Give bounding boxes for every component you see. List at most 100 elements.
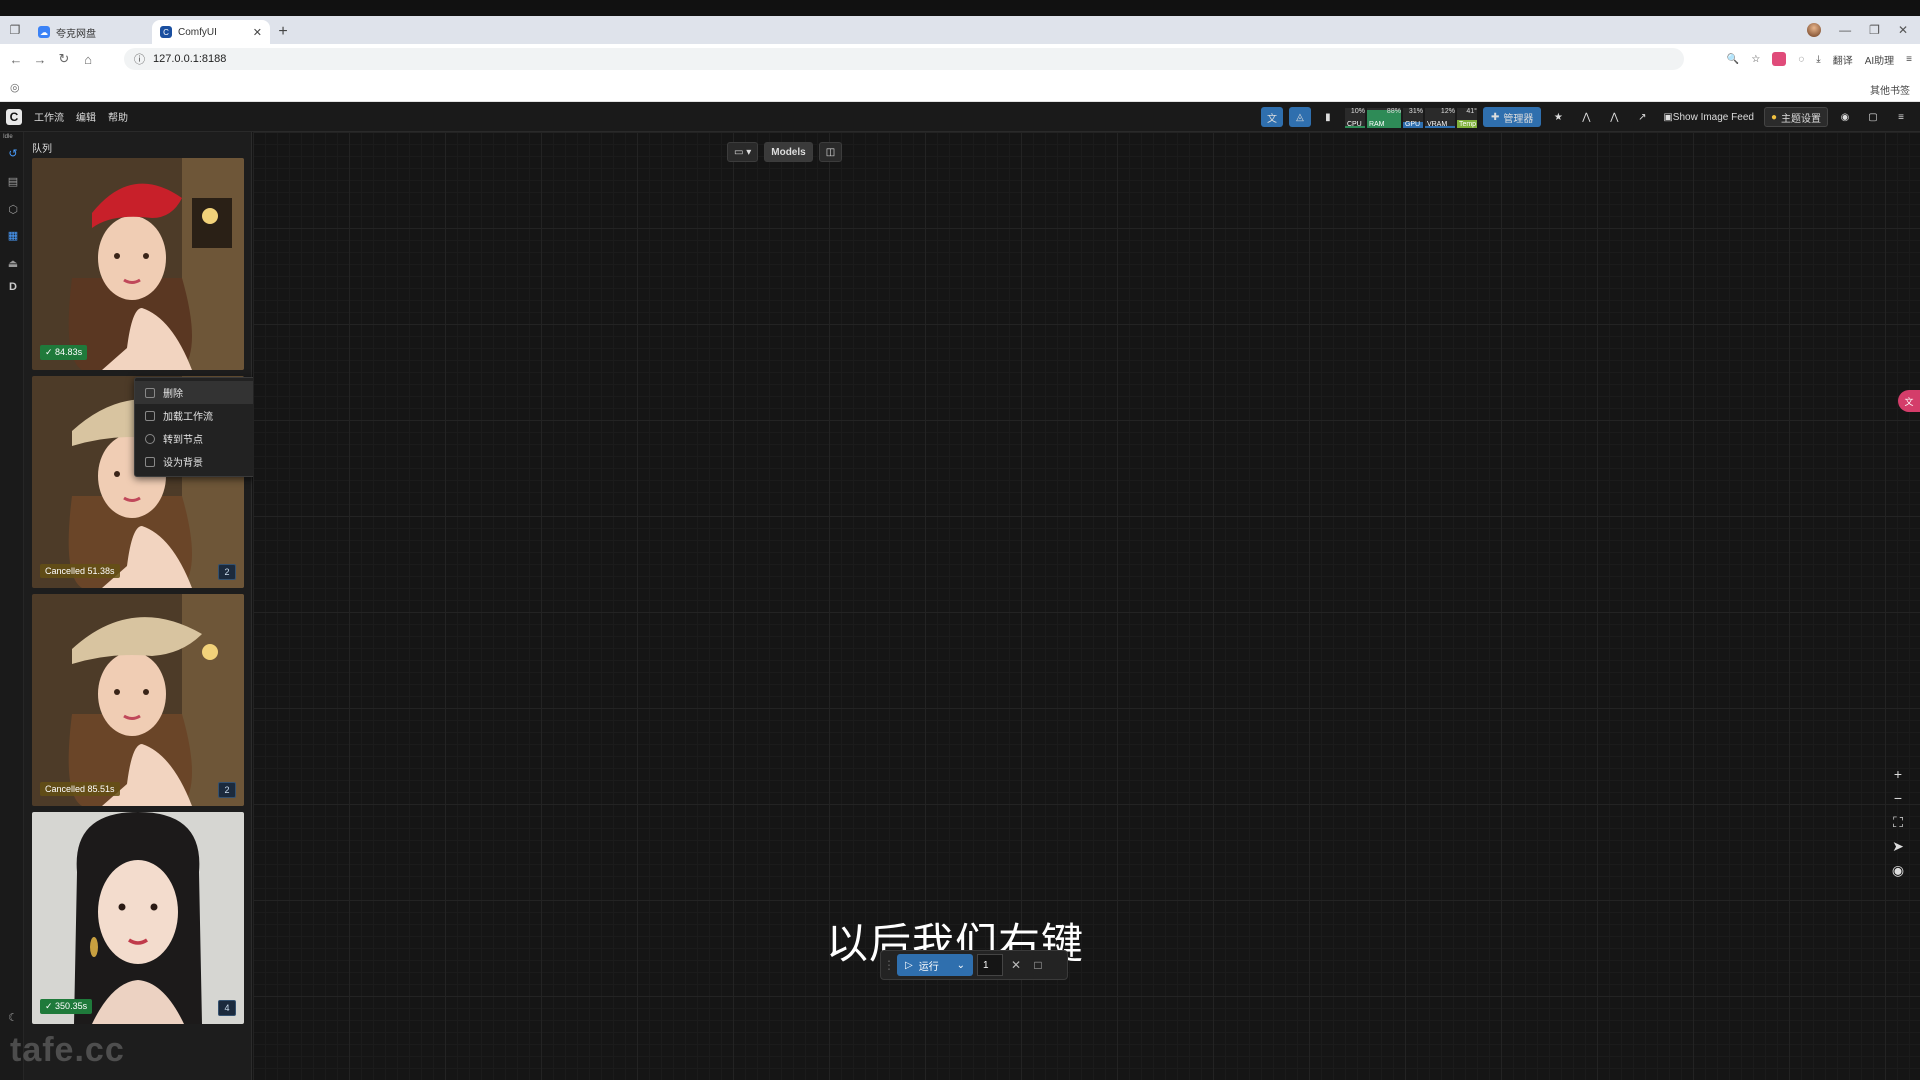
translate-button[interactable]: 翻译 — [1833, 52, 1853, 67]
star-icon[interactable]: ★ — [1547, 107, 1569, 127]
batch-count-input[interactable]: 1 — [977, 954, 1003, 976]
queue-history-icon[interactable]: ↺ — [6, 146, 20, 160]
forward-icon[interactable]: → — [28, 47, 52, 71]
site-info-icon[interactable]: ⓘ — [134, 51, 145, 67]
close-window-icon[interactable]: ✕ — [1898, 23, 1908, 37]
tab-overview-icon[interactable]: ❐ — [0, 16, 30, 44]
chevron-down-icon: ⌄ — [956, 959, 965, 971]
user-avatar-icon[interactable]: ◉ — [1834, 107, 1856, 127]
theme-settings-button[interactable]: ● 主题设置 — [1763, 107, 1828, 127]
queue-item[interactable]: ✓ 350.35s 4 — [32, 812, 244, 1024]
url-input[interactable]: ⓘ 127.0.0.1:8188 — [124, 48, 1684, 70]
status-badge: Cancelled 85.51s — [40, 782, 120, 796]
tab-label: 夸克网盘 — [56, 28, 96, 40]
zoom-controls: + − ⛶ ➤ ◉ — [1884, 764, 1912, 880]
gpu-meter: GPU 31% — [1402, 108, 1423, 128]
visibility-icon[interactable]: ◉ — [1884, 860, 1912, 880]
menu-item-delete[interactable]: 删除 — [135, 381, 265, 404]
zoom-out-icon[interactable]: − — [1884, 788, 1912, 808]
stop-icon[interactable]: □ — [1029, 954, 1047, 976]
extension-icon[interactable] — [1772, 52, 1787, 66]
tab-label: ComfyUI — [178, 26, 217, 38]
browser-tab-strip: ❐ ☁ 夸克网盘 C ComfyUI ✕ + — ❐ ✕ — [0, 16, 1920, 44]
image-count-badge[interactable]: 2 — [218, 782, 236, 798]
comfyui-logo-icon[interactable]: C — [6, 108, 22, 125]
result-image — [32, 812, 244, 1024]
other-bookmarks-folder[interactable]: 其他书签 — [1870, 82, 1910, 97]
chat-icon[interactable]: ◌ — [1798, 54, 1804, 65]
navigate-icon[interactable]: ➤ — [1884, 836, 1912, 856]
node-library-icon[interactable]: ▤ — [6, 174, 20, 188]
translate-toggle-icon[interactable]: 文 — [1260, 107, 1283, 127]
show-image-feed-button[interactable]: ▣ Show Image Feed — [1659, 107, 1758, 127]
manager-button[interactable]: ✚ 管理器 — [1482, 107, 1542, 127]
close-tab-icon[interactable]: ✕ — [253, 26, 262, 39]
bookmarks-bar: ◎ 其他书签 — [0, 74, 1920, 102]
image-count-badge[interactable]: 2 — [218, 564, 236, 580]
graph-canvas[interactable]: ▭ ▾ Models ◫ 以后我们右键 + − ⛶ ➤ ◉ ⋮ ▷ 运行 ⌄ 1 — [253, 132, 1920, 1080]
drag-handle-icon[interactable]: ⋮ — [883, 954, 895, 976]
status-badge: ✓ 84.83s — [40, 345, 88, 360]
hamburger-menu-icon[interactable]: ≡ — [1890, 107, 1912, 127]
share-icon[interactable]: ↗ — [1631, 107, 1653, 127]
status-badge: Cancelled 51.38s — [40, 564, 120, 578]
cpu-meter: CPU 10% — [1344, 108, 1365, 128]
comfyui-app: C 工作流 编辑 帮助 文 ◬ ▮ CPU 10% RAM 88% GPU 31… — [0, 102, 1920, 1080]
reload-icon[interactable]: ↻ — [52, 47, 76, 71]
workflows-icon[interactable]: ⏏ — [6, 256, 20, 270]
nodes-icon[interactable]: ⋀ — [1603, 107, 1625, 127]
menu-edit[interactable]: 编辑 — [76, 109, 96, 124]
menu-help[interactable]: 帮助 — [108, 109, 128, 124]
menu-item-goto-node[interactable]: 转到节点 — [135, 427, 265, 450]
restore-icon[interactable]: ❐ — [1869, 23, 1880, 37]
model-library-icon[interactable]: ⬡ — [6, 202, 20, 216]
menu-item-set-background[interactable]: 设为背景 — [135, 450, 265, 473]
plugin-icon[interactable]: D — [6, 280, 20, 294]
menu-icon[interactable]: ≡ — [1906, 54, 1912, 65]
fit-view-icon[interactable]: ⛶ — [1884, 812, 1912, 832]
menu-workflow[interactable]: 工作流 — [34, 109, 64, 124]
watermark-logo: tafe.cc — [10, 1031, 125, 1069]
vram-meter: VRAM 12% — [1424, 108, 1455, 128]
app-toolbar: 文 ◬ ▮ CPU 10% RAM 88% GPU 31% VRAM 12% T… — [1260, 102, 1920, 132]
models-button[interactable]: Models — [764, 142, 813, 162]
profile-avatar[interactable] — [1807, 23, 1822, 37]
image-feed-icon: ▣ — [1663, 111, 1673, 123]
workspace-icon[interactable]: ⋀ — [1575, 107, 1597, 127]
star-icon[interactable]: ☆ — [1751, 54, 1760, 65]
queue-item[interactable]: Cancelled 85.51s 2 — [32, 594, 244, 806]
download-icon[interactable]: ⤓ — [1816, 54, 1820, 65]
home-icon[interactable]: ⌂ — [76, 47, 100, 71]
zoom-in-icon[interactable]: + — [1884, 764, 1912, 784]
window-controls: — ❐ ✕ — [1807, 16, 1920, 44]
ram-meter: RAM 88% — [1366, 108, 1401, 128]
url-text: 127.0.0.1:8188 — [153, 53, 227, 65]
ai-assistant-button[interactable]: AI助理 — [1865, 52, 1894, 67]
images-icon[interactable]: ▦ — [6, 228, 20, 242]
bookmark-icon[interactable]: ◎ — [10, 81, 20, 94]
browser-tab-quark[interactable]: ☁ 夸克网盘 — [30, 20, 152, 44]
cloud-icon: ☁ — [38, 26, 50, 38]
queue-title: 队列 — [32, 144, 52, 155]
trash-icon — [145, 387, 155, 398]
floating-assistant-icon[interactable]: 文 — [1898, 390, 1920, 412]
arrow-icon — [145, 433, 155, 444]
queue-item[interactable]: ✓ 84.83s — [32, 158, 244, 370]
theme-toggle-icon[interactable]: ☾ — [6, 1010, 20, 1024]
panel-toggle-icon[interactable]: ▢ — [1862, 107, 1884, 127]
crystools-icon[interactable]: ◬ — [1288, 107, 1311, 127]
folder-dropdown-button[interactable]: ▭ ▾ — [727, 142, 759, 162]
queue-context-menu: 删除 加载工作流 转到节点 设为背景 — [134, 377, 266, 477]
minimize-icon[interactable]: — — [1839, 23, 1851, 37]
screenshot-icon[interactable]: ◫ — [818, 142, 843, 162]
cancel-icon[interactable]: ✕ — [1007, 954, 1025, 976]
browser-tab-comfyui[interactable]: C ComfyUI ✕ — [152, 20, 270, 44]
image-count-badge[interactable]: 4 — [218, 1000, 236, 1016]
back-icon[interactable]: ← — [4, 47, 28, 71]
menu-item-load-workflow[interactable]: 加载工作流 — [135, 404, 265, 427]
bookmark-node-icon[interactable]: ▮ — [1317, 107, 1339, 127]
run-button[interactable]: ▷ 运行 ⌄ — [897, 954, 973, 976]
zoom-icon[interactable]: 🔍 — [1727, 54, 1739, 65]
new-tab-button[interactable]: + — [270, 20, 296, 44]
app-menubar: C 工作流 编辑 帮助 文 ◬ ▮ CPU 10% RAM 88% GPU 31… — [0, 102, 1920, 132]
